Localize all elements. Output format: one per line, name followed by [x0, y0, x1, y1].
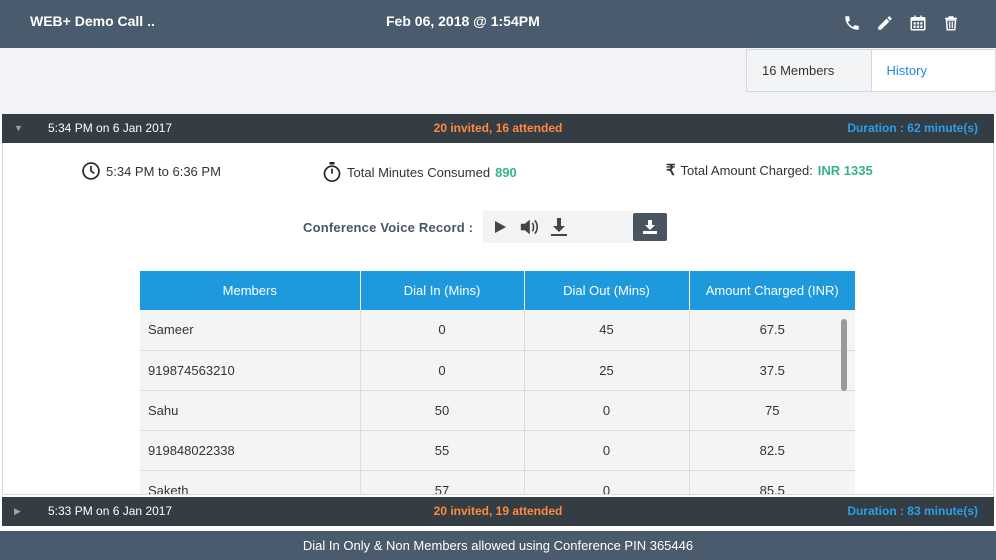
top-header: WEB+ Demo Call .. Feb 06, 2018 @ 1:54PM	[0, 0, 996, 48]
col-dial-out: Dial Out (Mins)	[524, 271, 690, 310]
pencil-icon[interactable]	[874, 12, 896, 34]
cell-dial-in: 50	[360, 390, 525, 431]
amount-value: INR 1335	[817, 162, 873, 178]
table-row: 919874563210 0 25 37.5	[140, 350, 855, 391]
minutes-label: Total Minutes Consumed	[347, 164, 491, 180]
cell-amount: 82.5	[689, 430, 855, 471]
call-row-collapsed[interactable]: ▶ 5:33 PM on 6 Jan 2017 20 invited, 19 a…	[2, 497, 994, 526]
voice-record: Conference Voice Record :	[303, 211, 668, 243]
cell-dial-in: 55	[360, 430, 525, 471]
col-dial-in: Dial In (Mins)	[360, 271, 525, 310]
stopwatch-icon	[323, 162, 341, 182]
cell-amount: 37.5	[689, 350, 855, 391]
minutes-stat: Total Minutes Consumed 890	[322, 161, 517, 183]
call-attendance: 20 invited, 19 attended	[433, 504, 563, 518]
header-actions	[841, 12, 962, 34]
cell-dial-out: 25	[524, 350, 690, 391]
members-table: Members Dial In (Mins) Dial Out (Mins) A…	[140, 271, 855, 494]
cell-dial-out: 0	[524, 430, 690, 471]
volume-icon[interactable]	[519, 218, 539, 236]
cell-dial-in: 0	[360, 350, 525, 391]
cell-member: Sameer	[140, 310, 361, 351]
table-row: Sahu 50 0 75	[140, 390, 855, 431]
col-amount: Amount Charged (INR)	[689, 271, 855, 310]
download-record-button[interactable]	[633, 213, 668, 241]
cell-dial-in: 0	[360, 310, 525, 351]
footer-info: Dial In Only & Non Members allowed using…	[0, 531, 996, 560]
table-header-row: Members Dial In (Mins) Dial Out (Mins) A…	[140, 271, 855, 310]
col-members: Members	[140, 271, 361, 310]
cell-dial-in: 57	[360, 470, 525, 494]
sub-header: 16 Members History	[0, 48, 996, 114]
voice-record-label: Conference Voice Record :	[303, 219, 474, 235]
call-row-expanded[interactable]: ▼ 5:34 PM on 6 Jan 2017 20 invited, 16 a…	[2, 114, 994, 143]
cell-member: Saketh	[140, 470, 361, 494]
cell-dial-out: 0	[524, 470, 690, 494]
call-detail-panel: 5:34 PM to 6:36 PM Total Minutes Consume…	[2, 143, 994, 495]
conference-date: Feb 06, 2018 @ 1:54PM	[386, 13, 540, 29]
cell-amount: 75	[689, 390, 855, 431]
download-icon[interactable]	[551, 218, 568, 236]
cell-member: 919848022338	[140, 430, 361, 471]
cell-member: 919874563210	[140, 350, 361, 391]
trash-icon[interactable]	[940, 12, 962, 34]
minutes-value: 890	[495, 164, 517, 180]
table-row: Sameer 0 45 67.5	[140, 310, 855, 351]
call-duration: Duration : 83 minute(s)	[847, 504, 978, 518]
play-icon[interactable]	[493, 220, 507, 234]
cell-dial-out: 0	[524, 390, 690, 431]
cell-amount: 67.5	[689, 310, 855, 351]
call-duration: Duration : 62 minute(s)	[847, 121, 978, 135]
audio-player	[483, 211, 634, 243]
tray-download-icon	[643, 220, 658, 234]
conference-title: WEB+ Demo Call ..	[30, 13, 155, 29]
clock-icon	[82, 162, 100, 180]
time-range: 5:34 PM to 6:36 PM	[106, 163, 221, 179]
cell-dial-out: 45	[524, 310, 690, 351]
table-row: 919848022338 55 0 82.5	[140, 430, 855, 471]
calendar-icon[interactable]	[907, 12, 929, 34]
cell-amount: 85.5	[689, 470, 855, 494]
tab-members[interactable]: 16 Members	[747, 50, 872, 91]
call-attendance: 20 invited, 16 attended	[433, 121, 563, 135]
table-scrollbar[interactable]	[841, 319, 847, 391]
phone-icon[interactable]	[841, 12, 863, 34]
cell-member: Sahu	[140, 390, 361, 431]
time-range-stat: 5:34 PM to 6:36 PM	[81, 161, 221, 181]
view-tabs: 16 Members History	[746, 49, 996, 92]
rupee-icon: ₹	[666, 162, 676, 179]
tab-history[interactable]: History	[872, 50, 996, 91]
amount-label: Total Amount Charged:	[680, 162, 813, 178]
table-row: Saketh 57 0 85.5	[140, 470, 855, 494]
amount-stat: ₹ Total Amount Charged: INR 1335	[666, 161, 873, 179]
